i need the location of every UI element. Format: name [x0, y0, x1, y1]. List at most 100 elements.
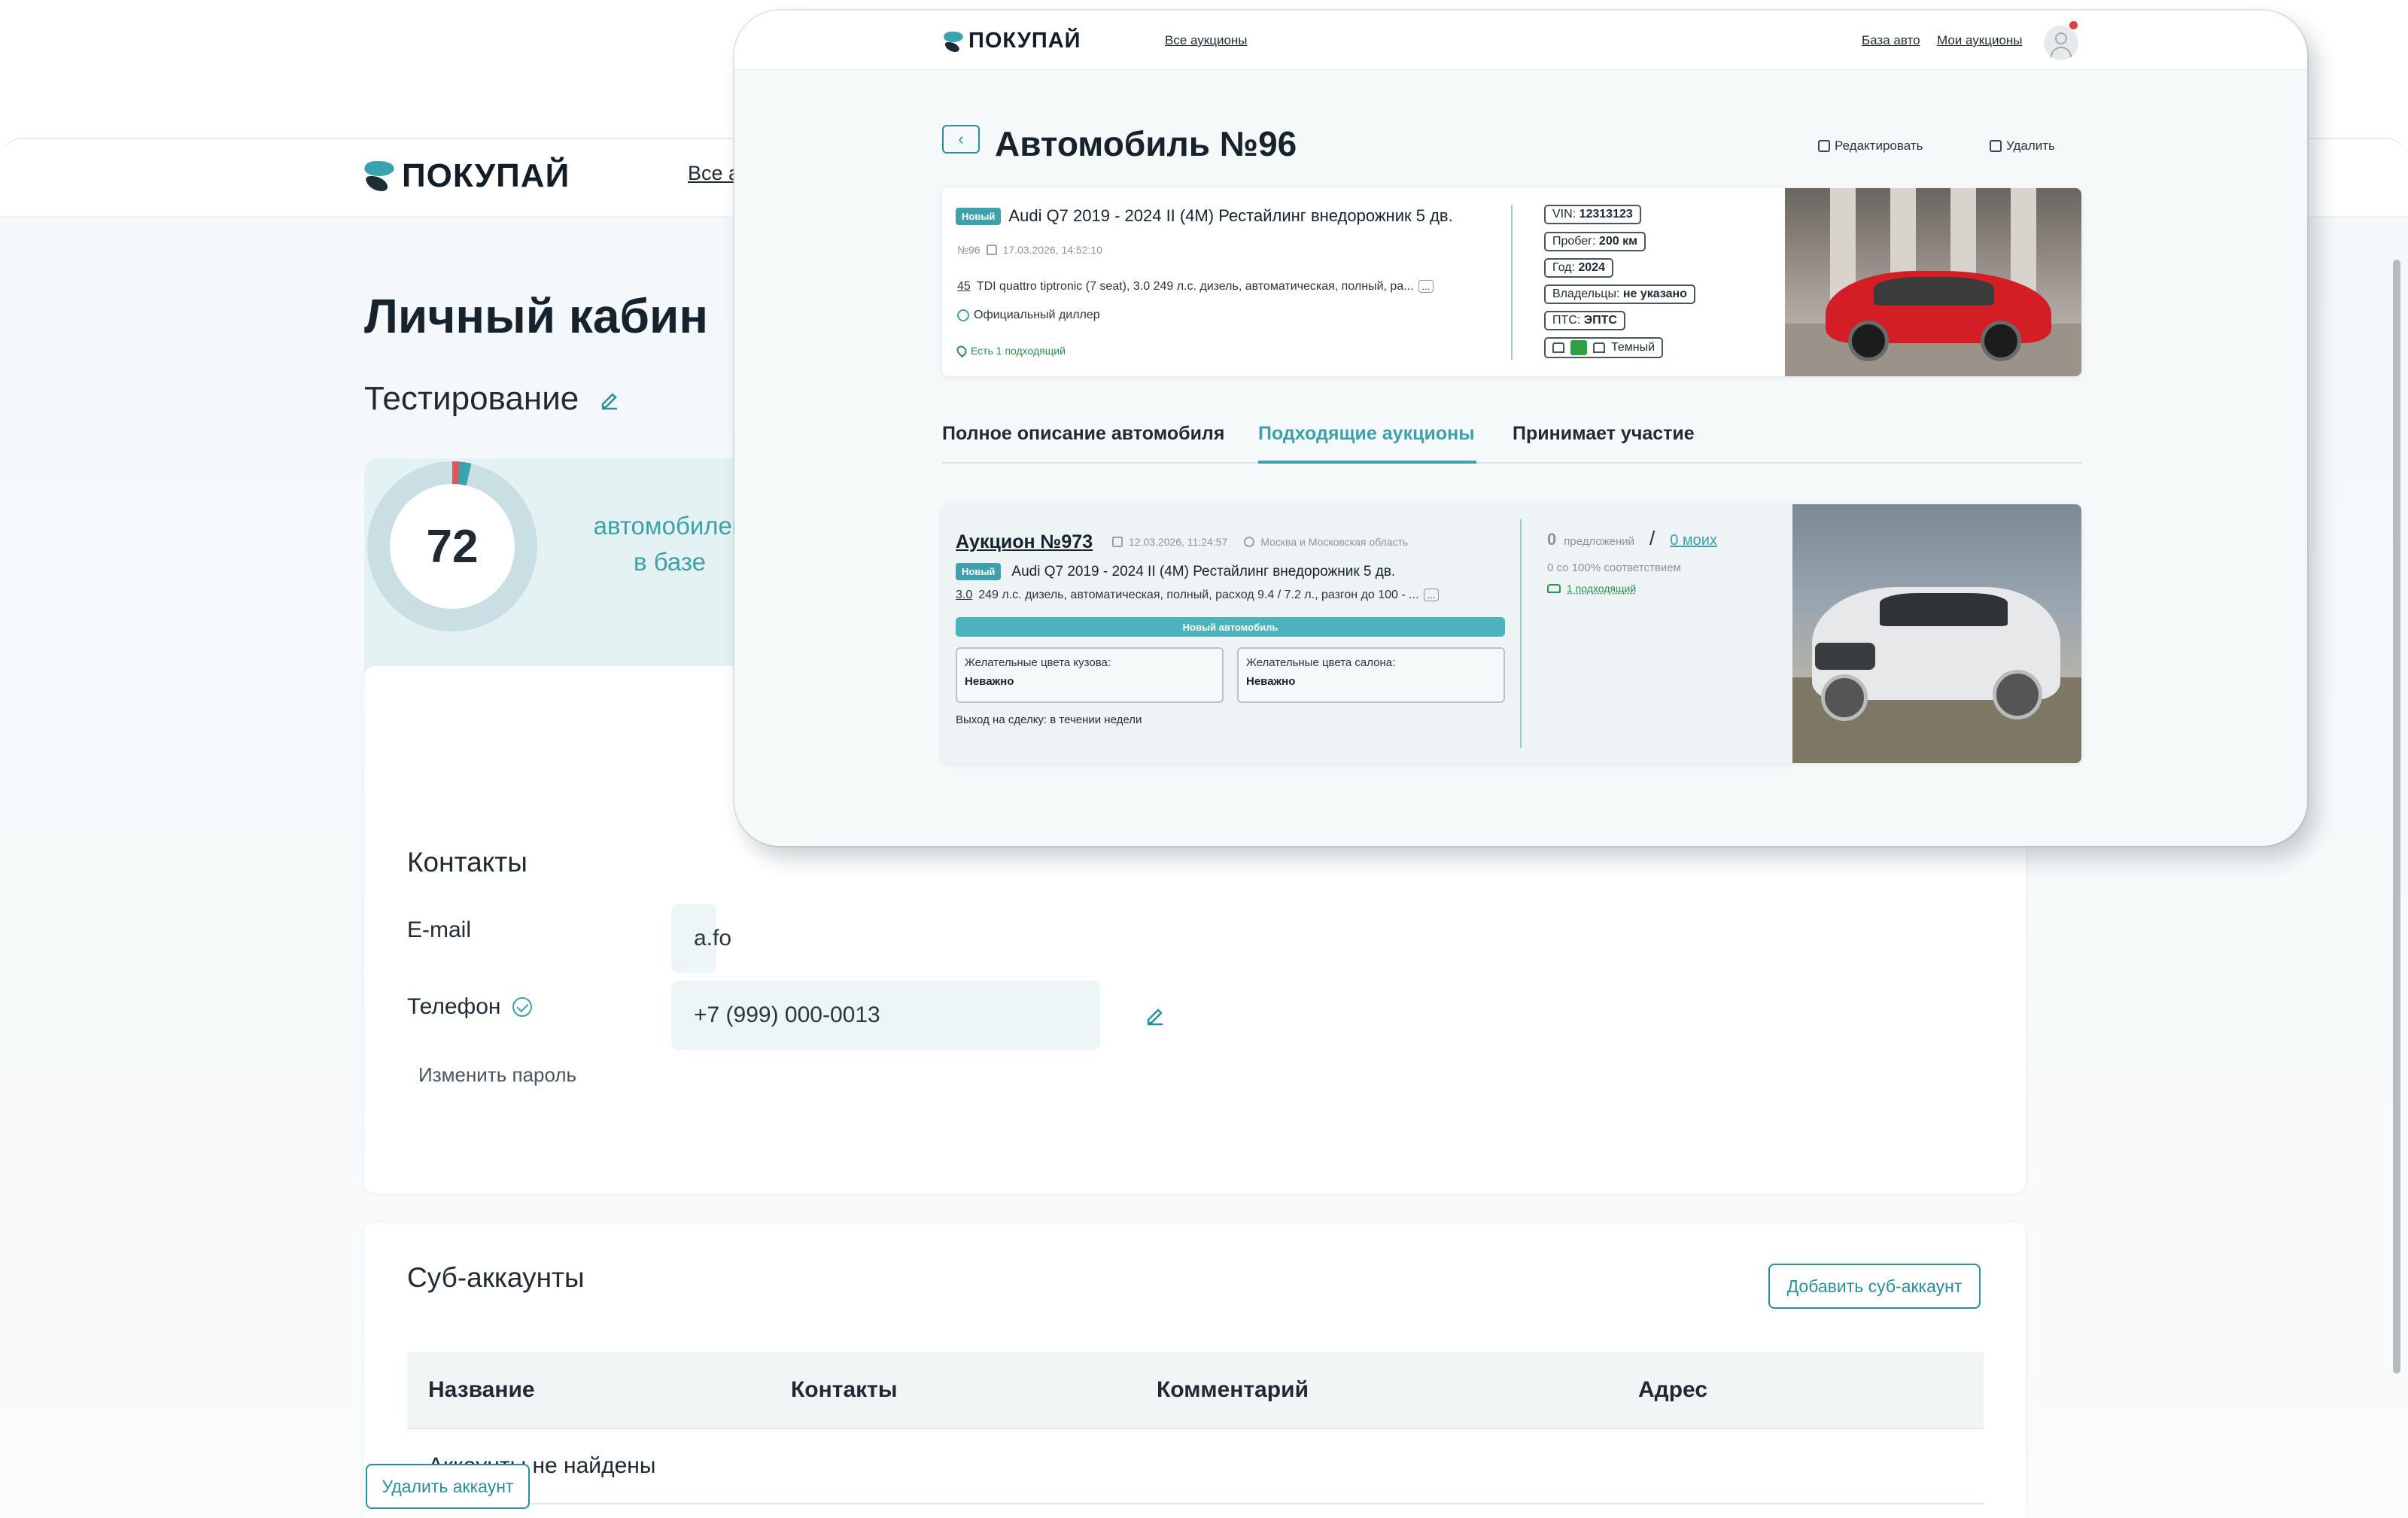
car-number: №96	[957, 244, 981, 256]
car-icon	[1547, 584, 1561, 593]
my-offers-link[interactable]: 0 моих	[1670, 532, 1717, 549]
interior-colors-box: Желательные цвета салона: Неважно	[1237, 647, 1505, 703]
card-divider	[1511, 205, 1513, 360]
more-button[interactable]: ...	[1423, 589, 1440, 601]
table-header: Название Контакты Комментарий Адрес	[407, 1352, 1984, 1429]
back-button[interactable]: ‹	[942, 125, 980, 154]
notification-dot	[2069, 21, 2078, 29]
edit-icon	[1818, 140, 1830, 152]
sub-accounts-title: Суб-аккаунты	[407, 1262, 585, 1293]
location-icon	[1244, 537, 1255, 547]
auction-meta: 12.03.2026, 11:24:57 Москва и Московская…	[1112, 536, 1408, 548]
mileage-value: 200 км	[1598, 235, 1637, 248]
auction-model-row: Новый Audi Q7 2019 - 2024 II (4M) Рестай…	[956, 563, 1395, 580]
active-tab-underline	[1258, 461, 1476, 464]
new-badge: Новый	[956, 563, 1002, 580]
fit-link[interactable]: 1 подходящий	[1547, 583, 1636, 595]
tab-matching-auctions[interactable]: Подходящие аукционы	[1258, 423, 1475, 445]
location-pin-icon	[954, 343, 969, 358]
logo-mark-icon	[361, 158, 397, 194]
seat-icon	[1593, 342, 1605, 353]
car-window: ПОКУПАЙ Все аукционы База авто Мои аукци…	[734, 11, 2307, 846]
new-badge: Новый	[956, 207, 1002, 225]
verified-check-icon	[512, 997, 533, 1017]
car-body-icon	[1552, 342, 1564, 353]
pts-chip: ПТС: ЭПТС	[1544, 311, 1625, 330]
interior-colors-value: Неважно	[1246, 675, 1296, 688]
chevron-left-icon: ‹	[958, 129, 964, 148]
match-label: Есть 1 подходящий	[971, 345, 1066, 357]
offers-row: 0 предложений / 0 моих	[1547, 527, 1717, 550]
auction-divider	[1520, 519, 1522, 748]
email-label: E-mail	[407, 917, 472, 942]
delete-account-button[interactable]: Удалить аккаунт	[366, 1464, 530, 1509]
nav-all-auctions-link[interactable]: Все аукционы	[1165, 33, 1248, 48]
year-value: 2024	[1578, 261, 1605, 274]
dealer-label: Официальный диллер	[974, 309, 1100, 321]
logo-mark-icon	[941, 29, 965, 53]
car-meta: №96 17.03.2026, 14:52:10	[957, 244, 1102, 256]
mileage-label: Пробег:	[1552, 235, 1596, 248]
car-spec: 45 TDI quattro tiptronic (7 seat), 3.0 24…	[957, 280, 1434, 294]
car-spec-code: 45	[957, 280, 971, 293]
car-date: 17.03.2026, 14:52:10	[1002, 244, 1102, 256]
auction-date: 12.03.2026, 11:24:57	[1129, 536, 1228, 548]
match-link[interactable]: Есть 1 подходящий	[954, 343, 1066, 358]
car-header: ПОКУПАЙ Все аукционы База авто Мои аукци…	[734, 11, 2307, 71]
delete-label: Удалить	[2006, 138, 2055, 153]
nav-my-auctions-link[interactable]: Мои аукционы	[1937, 33, 2023, 48]
column-comment: Комментарий	[1157, 1377, 1309, 1402]
edit-phone-icon[interactable]	[1144, 1003, 1166, 1026]
auction-spec-code: 3.0	[956, 589, 973, 601]
offers-count: 0	[1547, 530, 1557, 549]
auction-card[interactable]: Аукцион №973 12.03.2026, 11:24:57 Москва…	[942, 504, 2081, 763]
add-sub-account-button[interactable]: Добавить суб-аккаунт	[1768, 1264, 1981, 1309]
scrollbar[interactable]	[2393, 260, 2400, 1374]
car-name-row: Новый Audi Q7 2019 - 2024 II (4M) Рестай…	[956, 206, 1453, 226]
sub-accounts-card: Суб-аккаунты Добавить суб-аккаунт Назван…	[364, 1223, 2026, 1518]
color-chip: Темный	[1544, 337, 1664, 358]
calendar-icon	[986, 245, 997, 255]
auction-title[interactable]: Аукцион №973	[956, 531, 1093, 553]
fit-label: 1 подходящий	[1567, 583, 1637, 595]
column-name: Название	[428, 1377, 535, 1402]
brand-logo[interactable]: ПОКУПАЙ	[361, 157, 570, 195]
year-chip: Год: 2024	[1544, 258, 1613, 278]
nav-all-auctions-link[interactable]: Все а	[688, 162, 740, 185]
tab-full-description[interactable]: Полное описание автомобиля	[942, 423, 1224, 445]
change-password-link[interactable]: Изменить пароль	[418, 1063, 576, 1087]
sub-accounts-table: Название Контакты Комментарий Адрес Акка…	[407, 1352, 1984, 1504]
delete-button[interactable]: Удалить	[1990, 138, 2055, 154]
calendar-icon	[1112, 537, 1123, 547]
logo-wordmark: ПОКУПАЙ	[968, 29, 1081, 53]
more-button[interactable]: ...	[1418, 280, 1434, 293]
owners-chip: Владельцы: не указано	[1544, 284, 1695, 304]
vin-label: VIN:	[1552, 208, 1576, 221]
offers-label: предложений	[1564, 535, 1634, 548]
user-avatar-icon[interactable]	[2044, 26, 2078, 60]
company-row: Тестирование	[364, 380, 621, 418]
tab-participating[interactable]: Принимает участие	[1513, 423, 1695, 445]
vin-chip: VIN: 12313123	[1544, 205, 1641, 224]
dealer-icon	[957, 309, 969, 321]
logo-wordmark: ПОКУПАЙ	[402, 157, 570, 194]
owners-label: Владельцы:	[1552, 287, 1620, 300]
car-title: Автомобиль №96	[995, 124, 1297, 163]
brand-logo[interactable]: ПОКУПАЙ	[941, 29, 1081, 53]
phone-field[interactable]: +7 (999) 000-0013	[671, 981, 1100, 1050]
body-colors-label: Желательные цвета кузова:	[965, 656, 1111, 669]
new-car-bar: Новый автомобиль	[956, 617, 1505, 637]
car-tabs: Полное описание автомобиля Подходящие ау…	[942, 423, 2081, 464]
edit-pencil-icon[interactable]	[598, 388, 621, 410]
car-card[interactable]: Новый Audi Q7 2019 - 2024 II (4M) Рестай…	[942, 188, 2081, 376]
edit-label: Редактировать	[1835, 138, 1923, 153]
nav-car-base-link[interactable]: База авто	[1862, 33, 1920, 48]
dealer-row: Официальный диллер	[957, 309, 1100, 322]
mileage-chip: Пробег: 200 км	[1544, 232, 1646, 251]
interior-colors-label: Желательные цвета салона:	[1246, 656, 1396, 669]
phone-label: Телефон	[407, 994, 533, 1020]
offers-separator: /	[1649, 527, 1655, 549]
email-field[interactable]: a.fo	[671, 904, 731, 973]
edit-button[interactable]: Редактировать	[1818, 138, 1923, 154]
auction-car-photo	[1792, 504, 2081, 763]
